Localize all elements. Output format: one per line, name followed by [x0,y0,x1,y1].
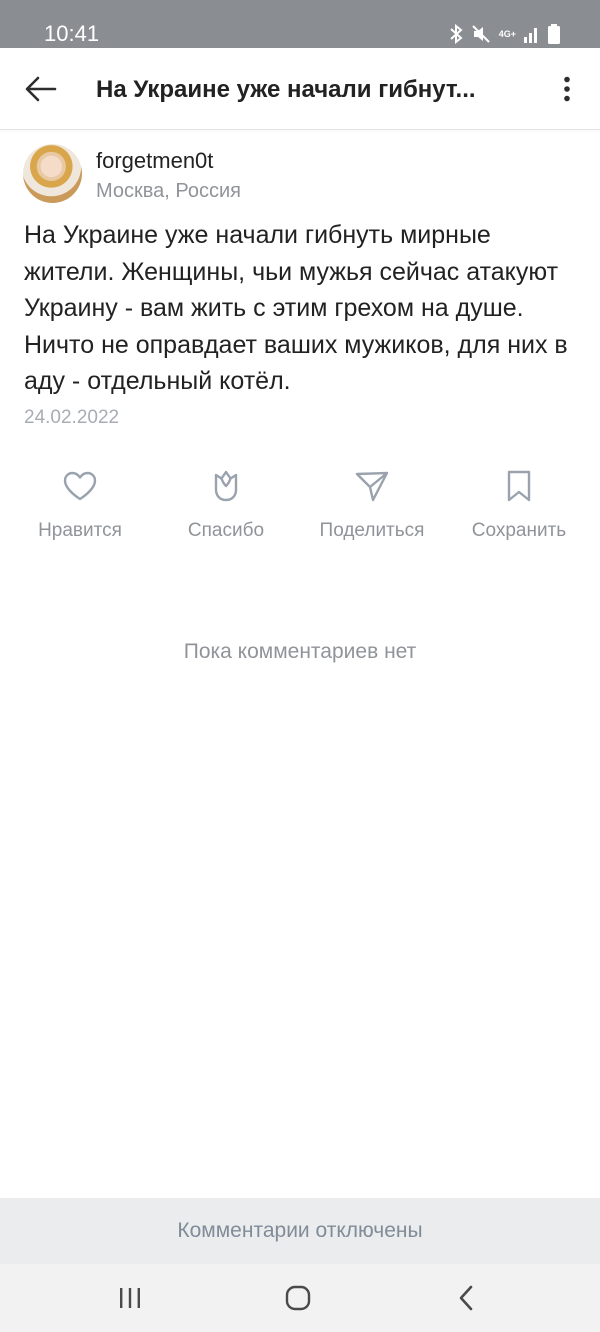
share-button[interactable]: Поделиться [307,460,437,550]
author-location: Москва, Россия [96,180,241,202]
home-button[interactable] [268,1276,328,1320]
thanks-button[interactable]: Спасибо [161,460,291,550]
comments-disabled-text: Комментарии отключены [177,1219,423,1242]
tulip-icon [206,466,246,506]
save-label: Сохранить [471,520,567,541]
home-icon [285,1285,311,1311]
comments-disabled-bar: Комментарии отключены [0,1198,600,1264]
like-label: Нравится [38,520,122,541]
more-vertical-icon [564,76,570,102]
share-label: Поделиться [319,520,425,541]
post-actions: Нравится Спасибо Поделиться Сохранить [0,460,600,550]
recent-apps-icon [120,1288,140,1308]
mute-icon [472,25,490,43]
back-button[interactable] [18,66,64,112]
send-icon [352,466,392,506]
arrow-left-icon [25,76,57,102]
app-bar: На Украине уже начали гибнут... [0,48,600,130]
page-title: На Украине уже начали гибнут... [96,76,476,103]
more-button[interactable] [552,66,582,112]
battery-icon [548,24,560,44]
screen: 10:41 4G+ На Украине уже начали гибнут..… [0,0,600,1332]
recent-apps-button[interactable] [100,1276,160,1320]
like-button[interactable]: Нравится [15,460,145,550]
avatar[interactable] [23,144,82,203]
no-comments-text: Пока комментариев нет [183,640,417,663]
bluetooth-icon [450,24,463,44]
save-button[interactable]: Сохранить [454,460,584,550]
heart-icon [60,466,100,506]
signal-icon [524,28,537,43]
status-time: 10:41 [44,21,100,46]
bookmark-icon [499,466,539,506]
author-name[interactable]: forgetmen0t [96,148,213,174]
post-date: 24.02.2022 [24,407,120,428]
status-bar: 10:41 4G+ [0,0,600,48]
back-icon [459,1285,473,1311]
network-4g-icon: 4G+ [498,29,516,39]
post-text: На Украине уже начали гибнуть мирные жит… [24,221,568,395]
thanks-label: Спасибо [187,520,265,541]
system-back-button[interactable] [436,1276,496,1320]
system-nav-bar [0,1264,600,1332]
status-icons: 4G+ [449,22,560,46]
